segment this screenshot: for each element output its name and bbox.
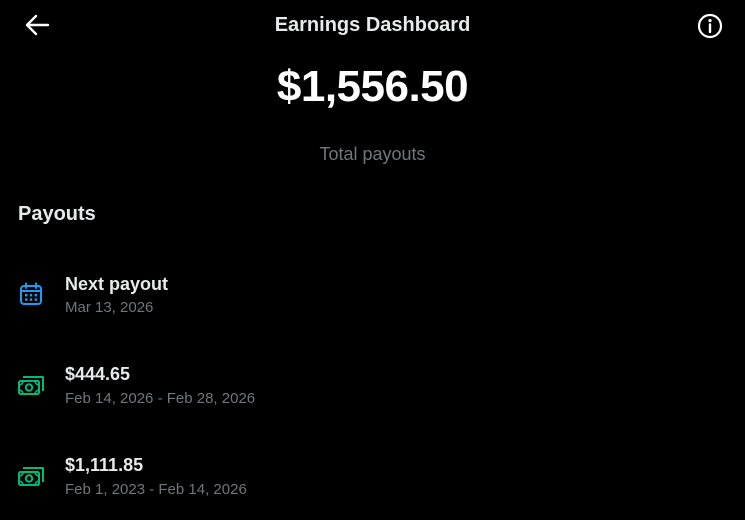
info-circle-icon [697,13,723,39]
payout-amount: $444.65 [65,364,131,384]
next-payout-row[interactable]: Next payout Mar 13, 2026 [0,262,745,326]
info-button[interactable] [695,11,725,41]
payout-row[interactable]: $444.65 Feb 14, 2026 - Feb 28, 2026 [0,352,745,416]
payouts-heading: Payouts [18,203,96,225]
payout-row[interactable]: $1,111.85 Feb 1, 2023 - Feb 14, 2026 [0,443,745,507]
payout-date-range: Feb 14, 2026 - Feb 28, 2026 [65,390,256,407]
total-payouts-label: Total payouts [319,144,426,164]
payout-amount: $1,111.85 [65,455,144,475]
calendar-icon [17,280,45,308]
payout-date-range: Feb 1, 2023 - Feb 14, 2026 [65,481,247,498]
money-icon [17,462,45,490]
payout-title: Next payout [65,274,169,294]
page-title: Earnings Dashboard [274,14,471,36]
payout-date: Mar 13, 2026 [65,299,154,316]
money-icon [17,371,45,399]
top-bar: Earnings Dashboard [0,0,745,50]
total-payouts-amount: $1,556.50 [276,62,469,111]
